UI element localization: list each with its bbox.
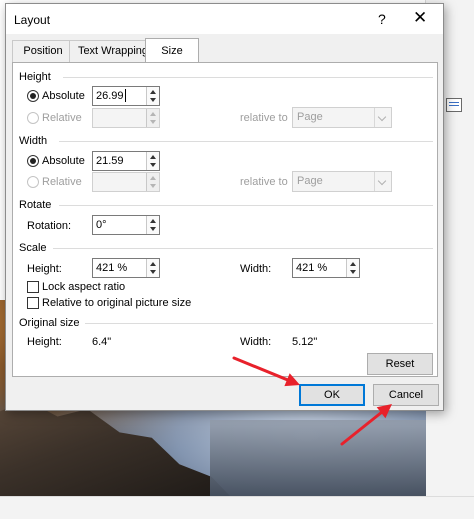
height-relative-to-value: Page: [297, 111, 323, 123]
relative-to-original-checkbox[interactable]: [27, 297, 39, 309]
original-width-label: Width:: [240, 336, 272, 348]
dialog-titlebar: Layout ? ✕: [6, 4, 443, 34]
tab-position[interactable]: Position: [12, 40, 74, 62]
help-button[interactable]: ?: [378, 11, 386, 27]
height-section-label: Height: [19, 71, 51, 83]
width-relative-label[interactable]: Relative: [42, 176, 82, 188]
dialog-title: Layout: [14, 13, 51, 27]
width-separator: [59, 141, 433, 142]
width-section-label: Width: [19, 135, 48, 147]
scale-height-label: Height:: [27, 263, 62, 275]
reset-button[interactable]: Reset: [367, 353, 433, 375]
width-relative-radio[interactable]: [27, 176, 39, 188]
width-absolute-value: 21.59: [96, 155, 124, 167]
rotate-section-label: Rotate: [19, 199, 52, 211]
close-icon[interactable]: ✕: [413, 8, 427, 28]
height-relative-spinner[interactable]: [146, 109, 159, 127]
width-relative-spinner[interactable]: [146, 173, 159, 191]
original-size-separator: [85, 323, 433, 324]
width-absolute-label[interactable]: Absolute: [42, 155, 85, 167]
scale-width-label: Width:: [240, 263, 272, 275]
relative-to-original-label[interactable]: Relative to original picture size: [42, 297, 191, 309]
height-absolute-radio[interactable]: [27, 90, 39, 102]
scale-height-input[interactable]: 421 %: [92, 258, 160, 278]
height-relative-to-select[interactable]: Page: [292, 107, 392, 128]
text-cursor: [125, 89, 126, 102]
layout-options-icon[interactable]: [446, 98, 462, 112]
size-tab-panel: Height Absolute 26.99 Relative relative …: [12, 62, 438, 377]
scale-width-value: 421 %: [296, 262, 328, 274]
width-relative-input[interactable]: [92, 172, 160, 192]
rotation-value: 0°: [96, 219, 107, 231]
height-relative-to-label: relative to: [240, 112, 288, 124]
scale-width-input[interactable]: 421 %: [292, 258, 360, 278]
width-relative-to-label: relative to: [240, 176, 288, 188]
tab-text-wrapping[interactable]: Text Wrapping: [69, 40, 157, 62]
rotation-input[interactable]: 0°: [92, 215, 160, 235]
height-absolute-label[interactable]: Absolute: [42, 90, 85, 102]
cancel-button[interactable]: Cancel: [373, 384, 439, 406]
width-absolute-spinner[interactable]: [146, 152, 159, 170]
lock-aspect-ratio-checkbox[interactable]: [27, 281, 39, 293]
scale-separator: [53, 248, 433, 249]
tab-size[interactable]: Size: [145, 38, 199, 63]
height-relative-radio[interactable]: [27, 112, 39, 124]
original-size-section-label: Original size: [19, 317, 80, 329]
height-separator: [63, 77, 433, 78]
original-height-value: 6.4": [92, 336, 112, 348]
height-absolute-value: 26.99: [96, 90, 124, 102]
scale-section-label: Scale: [19, 242, 47, 254]
document-bottom-strip: [0, 496, 474, 519]
height-absolute-input[interactable]: 26.99: [92, 86, 160, 106]
lock-aspect-ratio-label[interactable]: Lock aspect ratio: [42, 281, 125, 293]
rotation-label: Rotation:: [27, 220, 72, 232]
height-relative-label[interactable]: Relative: [42, 112, 82, 124]
original-width-value: 5.12": [292, 336, 318, 348]
chevron-down-icon[interactable]: [374, 108, 391, 127]
width-relative-to-value: Page: [297, 175, 323, 187]
scale-height-value: 421 %: [96, 262, 128, 274]
ok-button[interactable]: OK: [299, 384, 365, 406]
chevron-down-icon[interactable]: [374, 172, 391, 191]
layout-dialog: Layout ? ✕ Position Text Wrapping Size H…: [5, 3, 444, 411]
scale-width-spinner[interactable]: [346, 259, 359, 277]
scale-height-spinner[interactable]: [146, 259, 159, 277]
width-absolute-radio[interactable]: [27, 155, 39, 167]
height-absolute-spinner[interactable]: [146, 87, 159, 105]
photo-sea: [210, 420, 426, 496]
width-absolute-input[interactable]: 21.59: [92, 151, 160, 171]
height-relative-input[interactable]: [92, 108, 160, 128]
original-height-label: Height:: [27, 336, 62, 348]
rotation-spinner[interactable]: [146, 216, 159, 234]
rotate-separator: [59, 205, 433, 206]
width-relative-to-select[interactable]: Page: [292, 171, 392, 192]
